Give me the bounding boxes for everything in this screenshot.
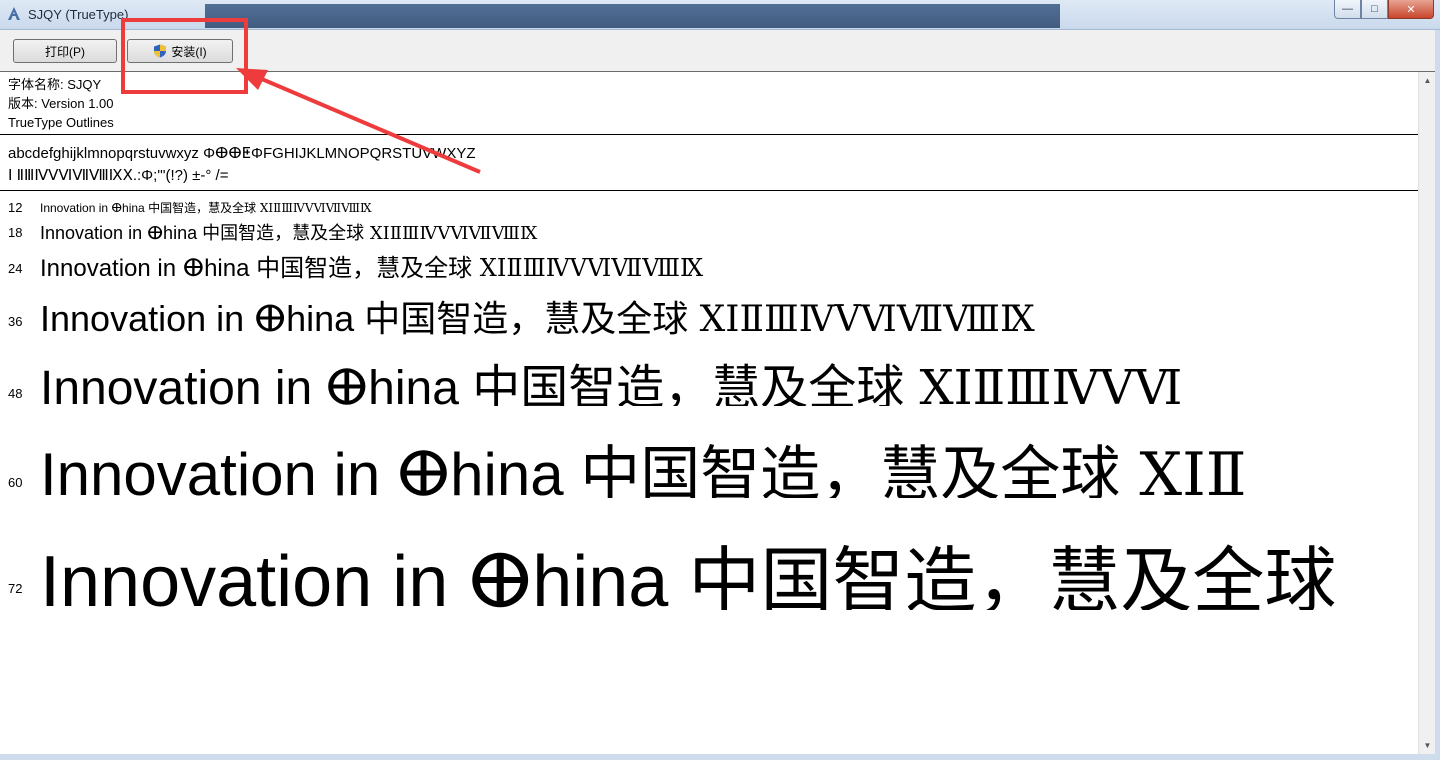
sample-row-24: 24 Innovation in ⴲhina 中国智造，慧及全球 ⅩⅠⅡⅢⅣⅤⅥ… (0, 244, 1418, 280)
sample-size-label: 60 (8, 475, 23, 490)
window-title: SJQY (TrueType) (28, 7, 129, 22)
charset-line-1: abcdefghijklmnopqrstuvwxyz ΦⴲⴲⵟΦFGHIJKLM… (8, 145, 476, 162)
window-controls: — □ ✕ (1334, 0, 1434, 20)
sample-size-label: 48 (8, 386, 23, 401)
sample-row-36: 36 Innovation in ⴲhina 中国智造，慧及全球 ⅩⅠⅡⅢⅣⅤⅥ… (0, 284, 1418, 336)
font-name-line: 字体名称: SJQY (8, 77, 102, 92)
vertical-scrollbar[interactable]: ▲ ▼ (1418, 72, 1435, 754)
background-window-strip (205, 4, 1060, 28)
sample-text: Innovation in ⴲhina 中国智造，慧及全球 (40, 522, 1336, 610)
sample-text: Innovation in ⴲhina 中国智造，慧及全球 ⅩⅠⅡⅢⅣⅤⅥⅦⅧⅨ (40, 248, 703, 280)
window-frame-right (1435, 30, 1440, 760)
sample-row-48: 48 Innovation in ⴲhina 中国智造，慧及全球 ⅩⅠⅡⅢⅣⅤⅥ (0, 340, 1418, 406)
sample-text: Innovation in ⴲhina 中国智造，慧及全球 ⅩⅠⅡⅢⅣⅤⅥⅦⅧⅨ (40, 199, 372, 216)
sample-text: Innovation in ⴲhina 中国智造，慧及全球 ⅩⅠⅡ (40, 426, 1247, 498)
sample-size-label: 12 (8, 200, 23, 215)
charset-line-2: Ⅰ ⅡⅢⅣⅤⅥⅦⅧⅨⅩ.:Φ;'"(!?) ±-° /= (8, 167, 229, 184)
window-frame-bottom (0, 754, 1440, 760)
sample-latin: Innovation in ⴲhina (40, 362, 473, 406)
sample-size-label: 18 (8, 225, 23, 240)
minimize-button[interactable]: — (1334, 0, 1361, 19)
sample-cjk: 中国智造，慧及全球 ⅩⅠⅡⅢⅣⅤⅥⅦⅧⅨ (256, 254, 704, 280)
maximize-button[interactable]: □ (1361, 0, 1388, 19)
scroll-up-arrow-icon[interactable]: ▲ (1419, 72, 1436, 89)
sample-size-label: 36 (8, 314, 23, 329)
annotation-highlight-box (121, 18, 248, 94)
font-info: 字体名称: SJQY 版本: Version 1.00 TrueType Out… (8, 75, 114, 132)
sample-latin: Innovation in ⴲhina (40, 542, 689, 610)
sample-cjk: 中国智造，慧及全球 ⅩⅠⅡⅢⅣⅤⅥⅦⅧⅨ (148, 201, 372, 215)
sample-text: Innovation in ⴲhina 中国智造，慧及全球 ⅩⅠⅡⅢⅣⅤⅥⅦⅧⅨ (40, 290, 1035, 336)
sample-text: Innovation in ⴲhina 中国智造，慧及全球 ⅩⅠⅡⅢⅣⅤⅥ (40, 348, 1182, 406)
scroll-down-arrow-icon[interactable]: ▼ (1419, 737, 1436, 754)
sample-size-label: 72 (8, 581, 23, 596)
close-button[interactable]: ✕ (1388, 0, 1434, 19)
print-button-label: 打印(P) (45, 44, 85, 59)
divider (0, 190, 1418, 191)
divider (0, 134, 1418, 135)
sample-text: Innovation in ⴲhina 中国智造，慧及全球 ⅩⅠⅡⅢⅣⅤⅥⅦⅧⅨ (40, 219, 537, 242)
sample-row-72: 72 Innovation in ⴲhina 中国智造，慧及全球 (0, 510, 1418, 610)
sample-latin: Innovation in ⴲhina (40, 223, 203, 242)
sample-cjk: 中国智造，慧及全球 (688, 539, 1337, 610)
sample-cjk: 中国智造，慧及全球 ⅩⅠⅡⅢⅣⅤⅥ (472, 360, 1183, 406)
font-version-line: 版本: Version 1.00 (8, 96, 114, 111)
sample-row-60: 60 Innovation in ⴲhina 中国智造，慧及全球 ⅩⅠⅡ (0, 416, 1418, 498)
sample-size-label: 24 (8, 261, 23, 276)
sample-latin: Innovation in ⴲhina (40, 441, 581, 498)
sample-latin: Innovation in ⴲhina (40, 255, 257, 280)
sample-cjk: 中国智造，慧及全球 ⅩⅠⅡ (580, 440, 1247, 498)
sample-latin: Innovation in ⴲhina (40, 298, 365, 336)
sample-latin: Innovation in ⴲhina (40, 201, 149, 215)
sample-row-12: 12 Innovation in ⴲhina 中国智造，慧及全球 ⅩⅠⅡⅢⅣⅤⅥ… (0, 196, 1418, 216)
sample-cjk: 中国智造，慧及全球 ⅩⅠⅡⅢⅣⅤⅥⅦⅧⅨ (364, 299, 1035, 336)
font-outline-line: TrueType Outlines (8, 115, 114, 130)
sample-cjk: 中国智造，慧及全球 ⅩⅠⅡⅢⅣⅤⅥⅦⅧⅨ (202, 223, 538, 242)
font-preview-area: 字体名称: SJQY 版本: Version 1.00 TrueType Out… (0, 72, 1418, 760)
sample-row-18: 18 Innovation in ⴲhina 中国智造，慧及全球 ⅩⅠⅡⅢⅣⅤⅥ… (0, 216, 1418, 242)
print-button[interactable]: 打印(P) (13, 39, 117, 63)
font-app-icon (8, 7, 20, 20)
